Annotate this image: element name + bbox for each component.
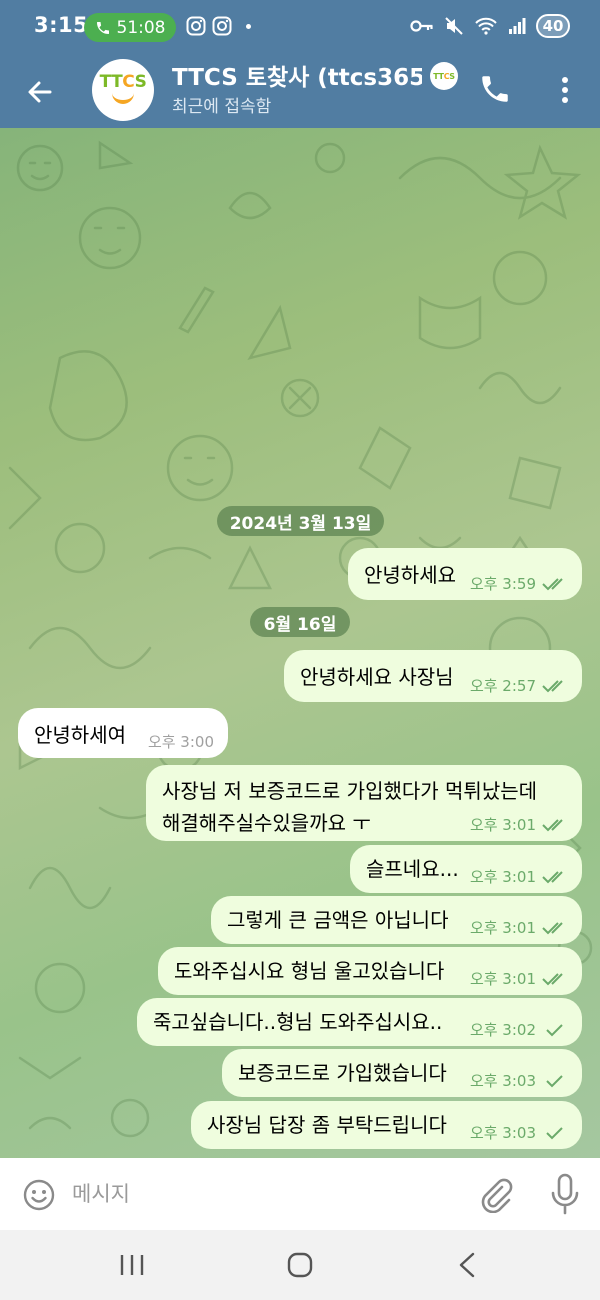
- avatar-text-s: S: [134, 72, 147, 92]
- message-bubble-outgoing[interactable]: 사장님 저 보증코드로 가입했다가 먹튀났는데 해결해주실수있을까요 ㅜ 오후 …: [146, 765, 582, 841]
- message-time: 오후 3:00: [147, 733, 214, 751]
- double-check-icon: [542, 972, 563, 985]
- message-time: 오후 3:03: [469, 1124, 536, 1142]
- status-time: 3:15: [34, 13, 89, 37]
- avatar-text-c: C: [122, 72, 135, 92]
- recent-apps-icon[interactable]: [112, 1250, 152, 1280]
- message-bubble-incoming[interactable]: 안녕하세여 오후 3:00: [18, 708, 228, 758]
- status-bar: 3:15 51:08 40: [0, 0, 600, 56]
- paperclip-icon[interactable]: [476, 1175, 514, 1213]
- message-bubble-outgoing[interactable]: 도와주십시요 형님 울고있습니다 오후 3:01: [158, 947, 582, 995]
- check-icon: [546, 1023, 563, 1036]
- double-check-icon: [542, 818, 563, 831]
- avatar[interactable]: TTCS: [92, 59, 154, 121]
- emoji-icon[interactable]: [22, 1178, 56, 1212]
- message-bubble-outgoing[interactable]: 죽고싶습니다..형님 도와주십시요.. 오후 3:02: [137, 998, 582, 1046]
- message-time: 오후 3:03: [469, 1072, 536, 1090]
- avatar-text-tt: TT: [99, 72, 123, 92]
- phone-call-icon[interactable]: [478, 72, 512, 106]
- microphone-icon[interactable]: [549, 1173, 581, 1215]
- double-check-icon: [542, 679, 563, 692]
- message-text: 사장님 답장 좀 부탁드립니다: [207, 1113, 447, 1137]
- message-text: 도와주십시요 형님 울고있습니다: [174, 959, 445, 983]
- message-time: 오후 3:59: [469, 575, 536, 593]
- date-separator: 2024년 3월 13일: [217, 506, 384, 536]
- battery-icon: 40: [536, 14, 570, 38]
- notification-dot: [246, 23, 251, 29]
- double-check-icon: [542, 921, 563, 934]
- message-text: 죽고싶습니다..형님 도와주십시요..: [153, 1010, 443, 1034]
- chat-header[interactable]: TTCS TTCS 토찾사 (ttcs365) TT C S 최근에 접속함: [0, 56, 600, 128]
- phone-icon: [96, 21, 109, 34]
- call-duration: 51:08: [116, 17, 166, 38]
- message-bubble-outgoing[interactable]: 그렇게 큰 금액은 아닙니다 오후 3:01: [211, 896, 582, 944]
- message-text: 안녕하세여: [34, 723, 126, 747]
- message-text: 안녕하세요: [364, 563, 456, 587]
- message-bubble-outgoing[interactable]: 안녕하세요 오후 3:59: [348, 548, 582, 600]
- message-bubble-outgoing[interactable]: 안녕하세요 사장님 오후 2:57: [284, 650, 582, 702]
- ongoing-call-pill[interactable]: 51:08: [84, 13, 176, 42]
- message-input[interactable]: [72, 1176, 452, 1212]
- key-icon: [410, 20, 433, 32]
- message-bubble-outgoing[interactable]: 슬프네요... 오후 3:01: [350, 845, 582, 893]
- mute-icon: [445, 17, 463, 35]
- message-text: 안녕하세요 사장님: [300, 665, 454, 689]
- date-separator: 6월 16일: [250, 607, 350, 637]
- message-text: 보증코드로 가입했습니다: [238, 1061, 447, 1085]
- message-time: 오후 3:02: [469, 1021, 536, 1039]
- message-bubble-outgoing[interactable]: 사장님 답장 좀 부탁드립니다 오후 3:03: [191, 1101, 582, 1149]
- message-time: 오후 3:01: [469, 868, 536, 886]
- back-nav-icon[interactable]: [448, 1250, 488, 1280]
- ttcs-logo-icon: TT C S: [430, 62, 458, 90]
- check-icon: [546, 1126, 563, 1139]
- chat-message-list[interactable]: 2024년 3월 13일 6월 16일 안녕하세요 오후 3:59 안녕하세요 …: [0, 128, 600, 1158]
- home-icon[interactable]: [280, 1250, 320, 1280]
- chat-title[interactable]: TTCS 토찾사 (ttcs365): [172, 58, 422, 92]
- message-composer: [0, 1158, 600, 1230]
- message-text: 그렇게 큰 금액은 아닙니다: [227, 908, 449, 932]
- back-arrow-icon[interactable]: [22, 74, 58, 110]
- wifi-icon: [475, 17, 497, 35]
- message-text: 슬프네요...: [366, 857, 459, 881]
- message-time: 오후 2:57: [469, 677, 536, 695]
- smile-icon: [112, 91, 134, 104]
- message-time: 오후 3:01: [469, 816, 536, 834]
- last-seen-status: 최근에 접속함: [172, 97, 272, 117]
- check-icon: [546, 1074, 563, 1087]
- double-check-icon: [542, 577, 563, 590]
- message-time: 오후 3:01: [469, 970, 536, 988]
- double-check-icon: [542, 870, 563, 883]
- message-time: 오후 3:01: [469, 919, 536, 937]
- system-nav-bar: [0, 1230, 600, 1300]
- instagram-icon: [212, 16, 232, 36]
- instagram-icon: [186, 16, 206, 36]
- message-bubble-outgoing[interactable]: 보증코드로 가입했습니다 오후 3:03: [222, 1049, 582, 1097]
- signal-icon: [509, 18, 526, 34]
- more-vert-icon[interactable]: [551, 72, 579, 108]
